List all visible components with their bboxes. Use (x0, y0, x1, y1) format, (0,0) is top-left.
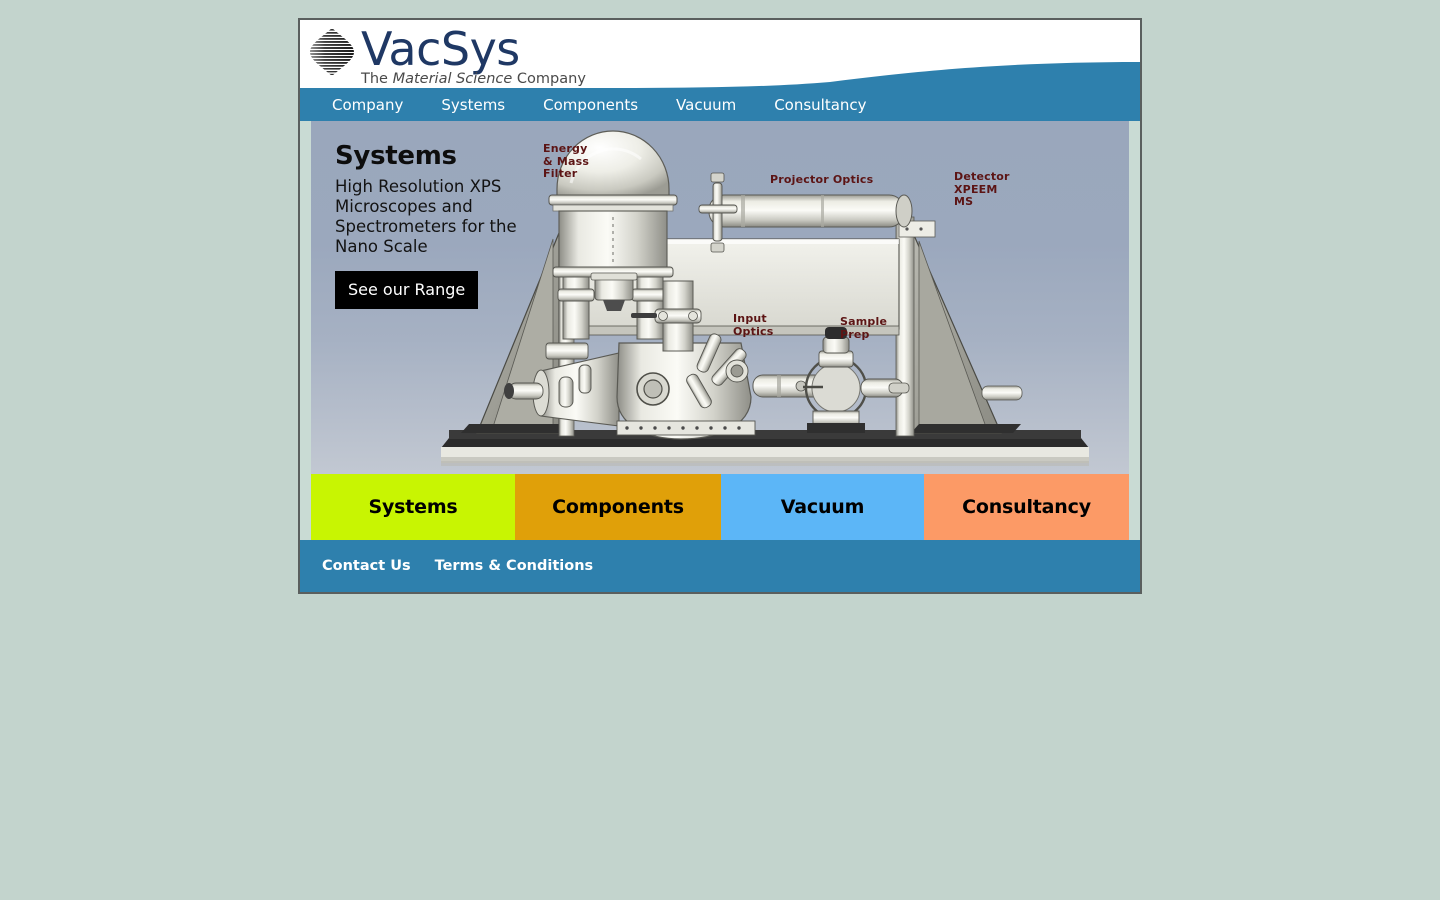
tagline-pre: The (361, 71, 393, 87)
hero-banner: Energy & Mass Filter Projector Optics De… (311, 121, 1129, 474)
footer-link-contact-us[interactable]: Contact Us (322, 558, 411, 574)
nav-item-components[interactable]: Components (543, 96, 638, 114)
see-our-range-button[interactable]: See our Range (335, 271, 479, 309)
main-navigation: Company Systems Components Vacuum Consul… (300, 88, 1140, 121)
site-container: VacSys The Material Science Company Comp… (298, 18, 1142, 594)
tile-components[interactable]: Components (515, 474, 721, 540)
nav-item-consultancy[interactable]: Consultancy (774, 96, 866, 114)
content-area: Energy & Mass Filter Projector Optics De… (300, 121, 1140, 540)
site-logo[interactable]: VacSys The Material Science Company (309, 24, 586, 87)
header-curve-decoration (580, 62, 1140, 88)
tile-consultancy[interactable]: Consultancy (924, 474, 1129, 540)
tile-systems[interactable]: Systems (311, 474, 515, 540)
diagram-label-projector-optics: Projector Optics (770, 173, 874, 186)
site-header: VacSys The Material Science Company (300, 20, 1140, 88)
footer-link-terms-conditions[interactable]: Terms & Conditions (435, 558, 594, 574)
category-tiles: Systems Components Vacuum Consultancy (311, 474, 1129, 540)
nav-item-company[interactable]: Company (332, 96, 403, 114)
diagram-label-input-optics: Input Optics (733, 312, 774, 338)
diagram-label-energy-mass-filter: Energy & Mass Filter (543, 142, 590, 180)
site-footer: Contact Us Terms & Conditions (300, 540, 1140, 592)
nav-item-systems[interactable]: Systems (441, 96, 505, 114)
tagline-post: Company (512, 71, 586, 87)
hero-title: Systems (335, 141, 457, 171)
diagram-label-detector-xpeem-ms: Detector XPEEM MS (954, 170, 1010, 208)
nav-item-vacuum[interactable]: Vacuum (676, 96, 736, 114)
hero-subtitle: High Resolution XPS Microscopes and Spec… (335, 177, 517, 256)
tagline-emphasis: Material Science (392, 71, 513, 87)
tile-vacuum[interactable]: Vacuum (721, 474, 924, 540)
diagram-label-sample-prep: Sample Prep (840, 315, 888, 341)
hero-copy-block: Systems High Resolution XPS Microscopes … (335, 141, 545, 309)
striped-sphere-icon (310, 28, 354, 76)
logo-tagline: The Material Science Company (361, 71, 586, 87)
logo-wordmark: VacSys (361, 22, 520, 76)
